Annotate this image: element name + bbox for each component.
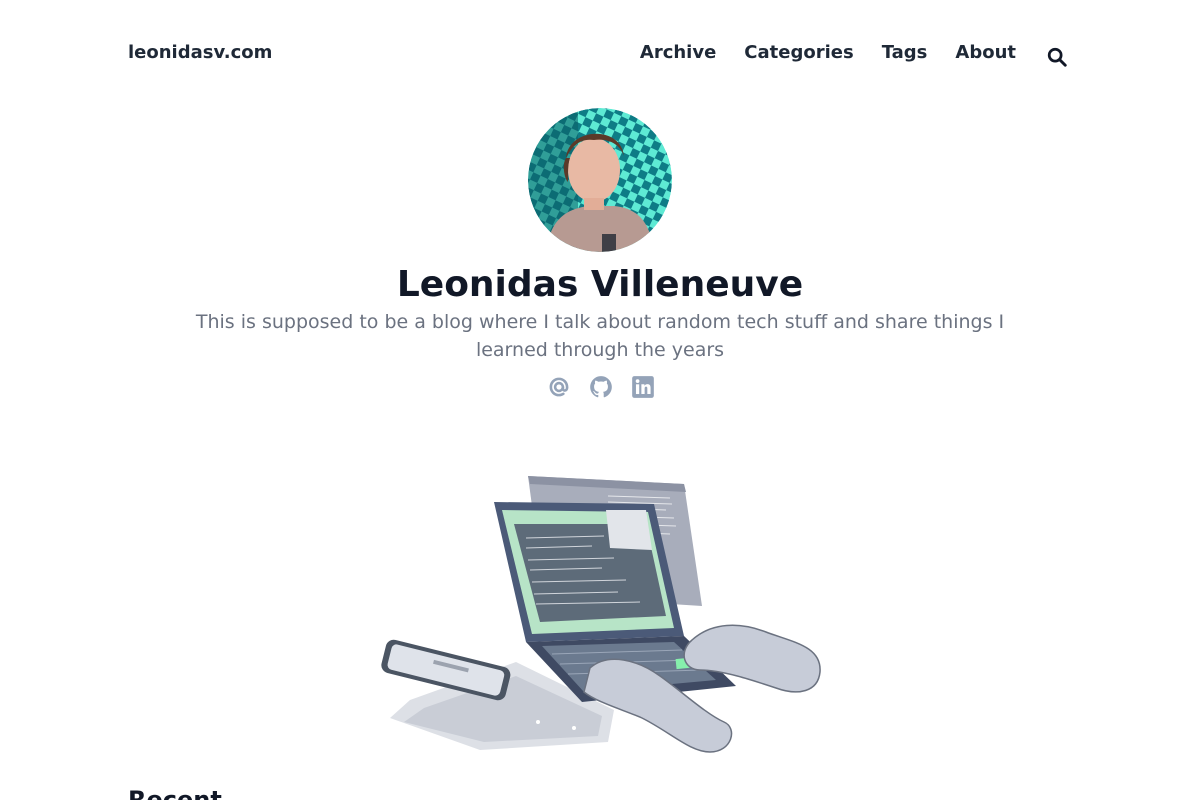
hero-illustration	[370, 470, 830, 760]
at-icon[interactable]	[546, 374, 572, 400]
nav-tags[interactable]: Tags	[882, 42, 928, 63]
main-nav: Archive Categories Tags About	[640, 42, 1016, 63]
avatar	[528, 108, 672, 252]
search-icon[interactable]	[1046, 46, 1068, 68]
linkedin-icon[interactable]	[630, 374, 656, 400]
site-title-link[interactable]: leonidasv.com	[128, 42, 272, 63]
site-header: leonidasv.com Archive Categories Tags Ab…	[0, 0, 1200, 110]
nav-archive[interactable]: Archive	[640, 42, 716, 63]
profile-bio: This is supposed to be a blog where I ta…	[195, 311, 1005, 361]
nav-categories[interactable]: Categories	[744, 42, 853, 63]
nav-about[interactable]: About	[955, 42, 1016, 63]
github-icon[interactable]	[588, 374, 614, 400]
profile-name: Leonidas Villeneuve	[396, 264, 804, 305]
section-title: Recent	[128, 786, 222, 800]
social-links	[546, 374, 656, 400]
